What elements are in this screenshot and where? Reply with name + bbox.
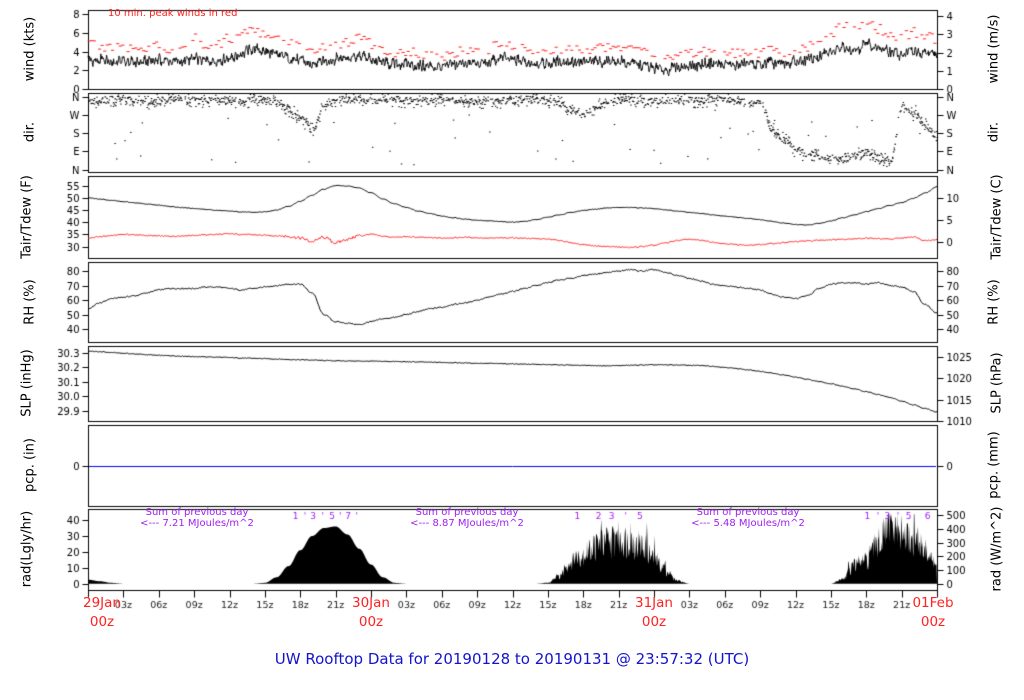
dir-right-axis-label: dir. bbox=[986, 121, 1002, 143]
date-label-day: 01Feb bbox=[912, 595, 954, 611]
radiation-sum-annotation-day1: Sum of previous day <--- 7.21 MJoules/m^… bbox=[97, 507, 297, 529]
x-axis-date-label: 30Jan 00z bbox=[352, 594, 390, 632]
rh-right-axis-label: RH (%) bbox=[986, 279, 1002, 325]
sum-line1: Sum of previous day bbox=[696, 507, 800, 518]
dir-left-axis-label: dir. bbox=[22, 121, 38, 143]
date-label-hour: 00z bbox=[920, 614, 946, 630]
slp-hpa-axis-label: SLP (hPa) bbox=[989, 352, 1005, 414]
sum-line2: <--- 5.48 MJoules/m^2 bbox=[691, 518, 805, 529]
date-label-hour: 00z bbox=[89, 614, 115, 630]
sum-line1: Sum of previous day bbox=[415, 507, 519, 518]
x-axis-date-label: 01Feb 00z bbox=[912, 594, 953, 632]
slp-inhg-axis-label: SLP (inHg) bbox=[19, 349, 35, 417]
date-label-day: 31Jan bbox=[635, 595, 673, 611]
pcp-in-axis-label: pcp. (in) bbox=[22, 438, 38, 492]
date-label-day: 30Jan bbox=[352, 595, 390, 611]
meteogram-page: wind (kts) dir. Tair/Tdew (F) RH (%) SLP… bbox=[0, 0, 1024, 700]
tair-tdew-f-axis-label: Tair/Tdew (F) bbox=[19, 175, 35, 259]
sum-line1: Sum of previous day bbox=[145, 507, 249, 518]
sum-line2: <--- 7.21 MJoules/m^2 bbox=[140, 518, 254, 529]
date-label-day: 29Jan bbox=[83, 595, 121, 611]
tair-tdew-c-axis-label: Tair/Tdew (C) bbox=[989, 174, 1005, 260]
meteogram-plot-canvas bbox=[0, 0, 1024, 700]
radiation-sum-annotation-day3: Sum of previous day <--- 5.48 MJoules/m^… bbox=[648, 507, 848, 529]
rad-wm2-axis-label: rad (W/m^2) bbox=[989, 506, 1005, 592]
chart-title: UW Rooftop Data for 20190128 to 20190131… bbox=[274, 650, 750, 668]
sum-line2: <--- 8.87 MJoules/m^2 bbox=[410, 518, 524, 529]
peak-winds-note: 10 min. peak winds in red bbox=[108, 8, 238, 19]
date-label-hour: 00z bbox=[358, 614, 384, 630]
rh-left-axis-label: RH (%) bbox=[22, 279, 38, 325]
pcp-mm-axis-label: pcp. (mm) bbox=[986, 431, 1002, 499]
wind-kts-axis-label: wind (kts) bbox=[22, 16, 38, 82]
x-axis-date-label: 29Jan 00z bbox=[83, 594, 121, 632]
rad-lgly-axis-label: rad(Lgly/hr) bbox=[19, 510, 35, 588]
date-label-hour: 00z bbox=[641, 614, 667, 630]
wind-ms-axis-label: wind (m/s) bbox=[986, 14, 1002, 84]
radiation-sum-annotation-day2: Sum of previous day <--- 8.87 MJoules/m^… bbox=[367, 507, 567, 529]
x-axis-date-label: 31Jan 00z bbox=[635, 594, 673, 632]
